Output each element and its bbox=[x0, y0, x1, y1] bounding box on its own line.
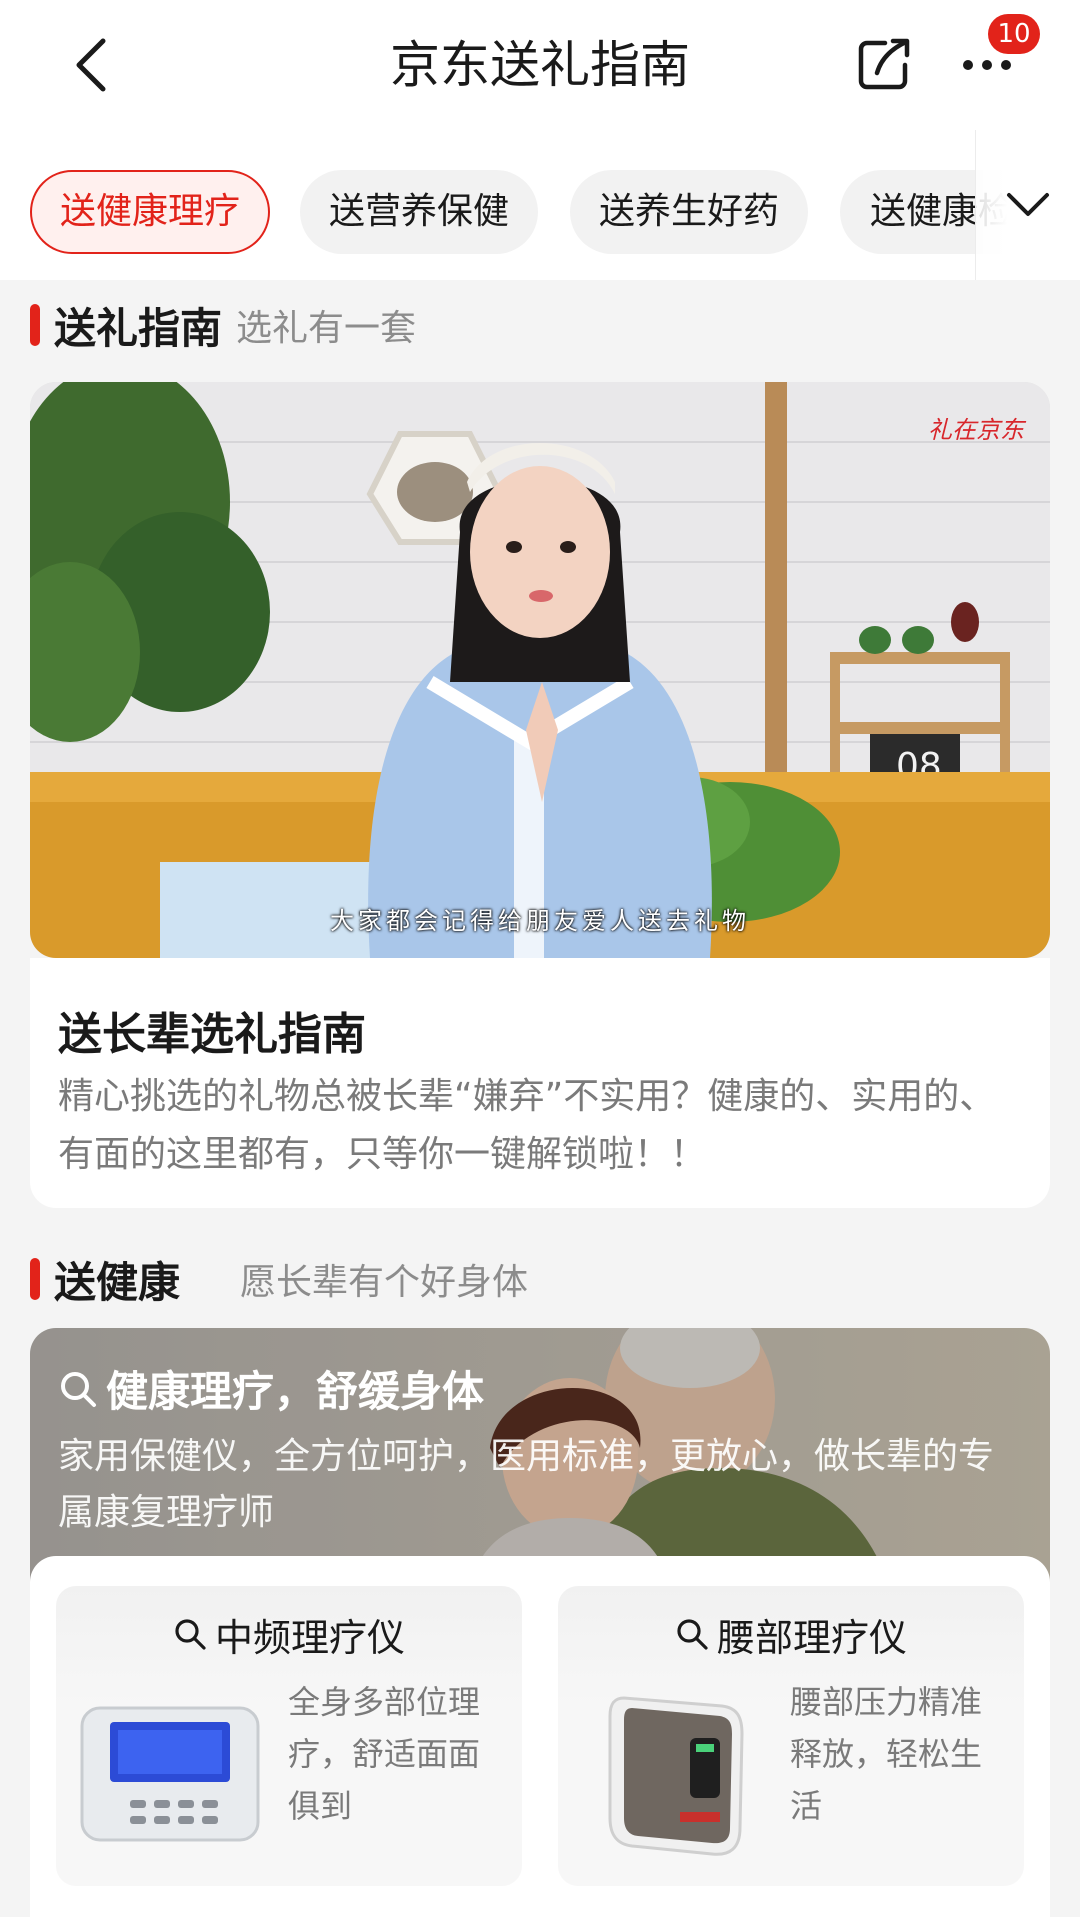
guide-section-title: 送礼指南 选礼有一套 bbox=[30, 290, 416, 360]
section-heading: 送礼指南 bbox=[54, 303, 223, 353]
video-frame-image: 08 bbox=[30, 382, 1050, 958]
waist-device-image bbox=[608, 1696, 744, 1856]
banner-title-text: 健康理疗，舒缓身体 bbox=[106, 1367, 485, 1416]
banner-heading: 健康理疗，舒缓身体 bbox=[58, 1358, 1018, 1419]
search-icon bbox=[61, 1371, 96, 1407]
search-icon bbox=[677, 1619, 708, 1650]
section-heading: 送健康 bbox=[54, 1257, 181, 1307]
banner-description: 家用保健仪，全方位呵护，医用标准，更放心，做长辈的专属康复理疗师 bbox=[58, 1436, 995, 1533]
section-accent-bar bbox=[30, 1258, 40, 1300]
product-title: 中频理疗仪 bbox=[56, 1604, 522, 1664]
chevron-down-icon bbox=[1007, 193, 1049, 216]
tab-nutrition[interactable]: 送营养保健 bbox=[300, 170, 538, 254]
guide-card-description: 精心挑选的礼物总被长辈“嫌弃”不实用？健康的、实用的、有面的这里都有，只等你一键… bbox=[58, 1076, 996, 1175]
category-tab-bar: 送健康理疗 送营养保健 送养生好药 送健康检测 bbox=[0, 130, 1080, 280]
top-navigation-bar: 京东送礼指南 10 bbox=[0, 0, 1080, 130]
health-section-title: 送健康 愿长辈有个好身体 bbox=[30, 1244, 528, 1314]
section-subheading: 选礼有一套 bbox=[236, 308, 417, 349]
product-tiles: 中频理疗仪 全身多部位理疗，舒适面面俱到 腰部理疗仪 腰部压力精准释放，轻松生活 bbox=[30, 1556, 1050, 1917]
therapy-device-image bbox=[80, 1706, 260, 1842]
product-description: 全身多部位理疗，舒适面面俱到 bbox=[288, 1683, 481, 1825]
video-brand-logo: 礼在京东 bbox=[928, 416, 1024, 444]
health-banner[interactable]: 健康理疗，舒缓身体 家用保健仪，全方位呵护，医用标准，更放心，做长辈的专属康复理… bbox=[30, 1328, 1050, 1588]
share-button[interactable] bbox=[848, 30, 918, 100]
guide-video[interactable]: 08 礼在京东 大家都会记得给朋友爱人送去礼物 bbox=[30, 382, 1050, 958]
section-subheading: 愿长辈有个好身体 bbox=[240, 1262, 529, 1303]
product-name: 中频理疗仪 bbox=[214, 1615, 405, 1660]
tab-health-medicine[interactable]: 送养生好药 bbox=[570, 170, 808, 254]
product-description: 腰部压力精准释放，轻松生活 bbox=[790, 1683, 983, 1825]
video-subtitle: 大家都会记得给朋友爱人送去礼物 bbox=[330, 907, 750, 935]
expand-tabs-button[interactable] bbox=[975, 130, 1080, 280]
product-name: 腰部理疗仪 bbox=[716, 1615, 907, 1660]
tab-health-therapy[interactable]: 送健康理疗 bbox=[30, 170, 270, 254]
share-icon bbox=[858, 38, 910, 90]
product-tile-waist[interactable]: 腰部理疗仪 腰部压力精准释放，轻松生活 bbox=[558, 1586, 1024, 1886]
section-accent-bar bbox=[30, 304, 40, 346]
guide-info-card[interactable]: 送长辈选礼指南 精心挑选的礼物总被长辈“嫌弃”不实用？健康的、实用的、有面的这里… bbox=[30, 958, 1050, 1208]
guide-card-title: 送长辈选礼指南 bbox=[58, 1009, 366, 1060]
search-icon bbox=[175, 1619, 206, 1650]
notification-badge: 10 bbox=[988, 14, 1040, 54]
page-title: 京东送礼指南 bbox=[390, 36, 690, 94]
more-dots-icon bbox=[963, 60, 1011, 70]
product-tile-mid-frequency[interactable]: 中频理疗仪 全身多部位理疗，舒适面面俱到 bbox=[56, 1586, 522, 1886]
product-title: 腰部理疗仪 bbox=[558, 1604, 1024, 1664]
